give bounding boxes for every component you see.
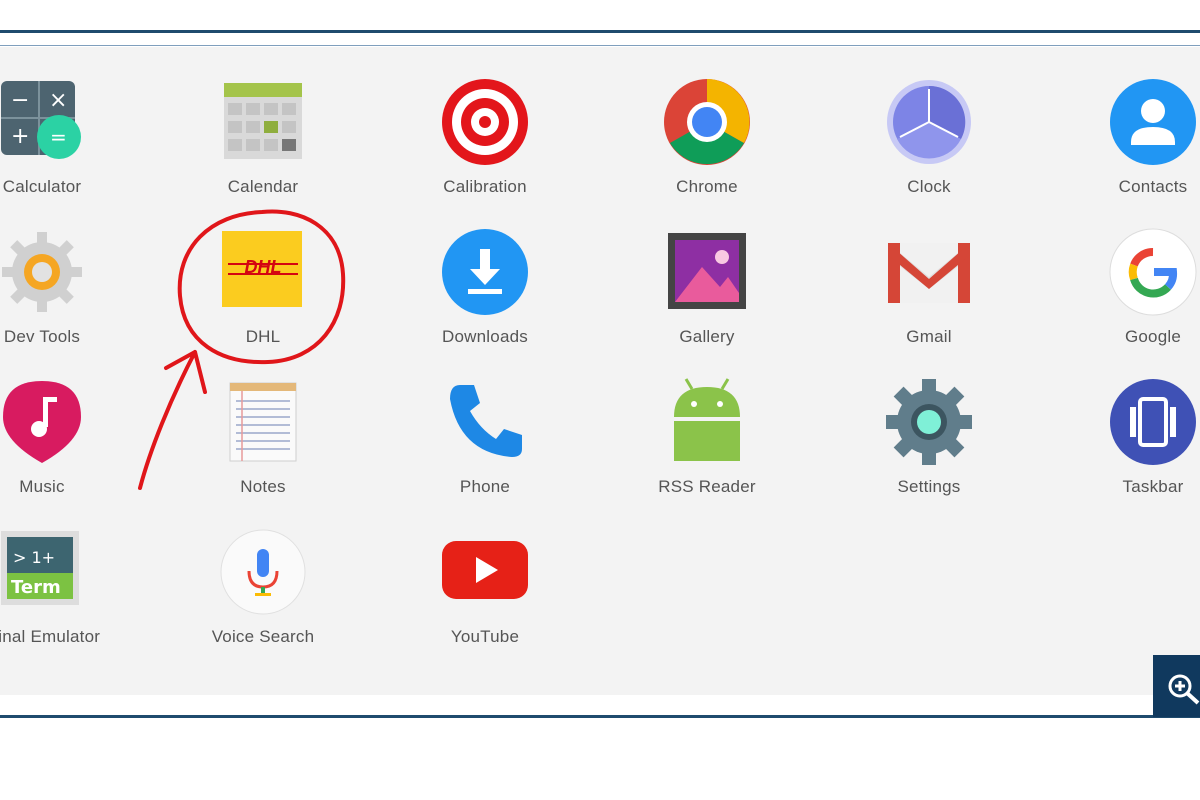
picture-icon [668, 233, 746, 309]
frame-top-line [0, 45, 1200, 46]
app-dev-tools[interactable]: Dev Tools [0, 197, 152, 346]
svg-text:Term: Term [11, 577, 61, 598]
app-gmail[interactable]: Gmail [819, 197, 1039, 346]
app-gallery[interactable]: Gallery [597, 197, 817, 346]
app-label: Calendar [227, 177, 299, 196]
music-note-icon [3, 381, 81, 463]
app-google[interactable]: Google [1043, 197, 1200, 346]
person-icon [1110, 79, 1196, 165]
app-label: Music [19, 477, 65, 496]
gear-icon [2, 232, 82, 312]
clock-icon [887, 80, 971, 164]
target-icon [442, 79, 528, 165]
app-terminal-emulator[interactable]: > 1+ Term minal Emulator [0, 497, 152, 646]
svg-text:−: − [11, 88, 29, 113]
app-label: Gallery [679, 327, 735, 346]
svg-text:> 1+: > 1+ [13, 548, 55, 567]
svg-text:×: × [49, 88, 67, 113]
app-label: Dev Tools [3, 327, 81, 346]
app-downloads[interactable]: Downloads [375, 197, 595, 346]
phone-icon [450, 385, 522, 457]
frame-top-border [0, 30, 1200, 33]
svg-text:DHL: DHL [245, 257, 282, 277]
app-label: Calibration [443, 177, 527, 196]
app-label: Contacts [1118, 177, 1188, 196]
app-label: Downloads [442, 327, 528, 346]
notepad-icon [229, 382, 297, 462]
app-chrome[interactable]: Chrome [597, 47, 817, 196]
calculator-icon: − × + = [1, 81, 81, 159]
app-label: Phone [459, 477, 511, 496]
play-icon [442, 541, 528, 599]
app-label: Taskbar [1122, 477, 1184, 496]
microphone-icon [220, 529, 306, 615]
svg-text:=: = [50, 125, 67, 149]
app-drawer: − × + = Calculator Calendar Calibration … [0, 47, 1200, 695]
app-contacts[interactable]: Contacts [1043, 47, 1200, 196]
app-clock[interactable]: Clock [819, 47, 1039, 196]
terminal-icon: > 1+ Term [1, 531, 79, 605]
app-youtube[interactable]: YouTube [375, 497, 595, 646]
app-label: YouTube [450, 627, 520, 646]
app-label: Voice Search [211, 627, 315, 646]
app-settings[interactable]: Settings [819, 347, 1039, 496]
calendar-icon [224, 83, 302, 159]
app-label: Calculator [2, 177, 82, 196]
app-taskbar[interactable]: Taskbar [1043, 347, 1200, 496]
zoom-in-icon [1168, 674, 1200, 705]
app-label: minal Emulator [0, 627, 101, 646]
app-phone[interactable]: Phone [375, 347, 595, 496]
google-g-icon [1109, 228, 1197, 316]
app-calculator[interactable]: − × + = Calculator [0, 47, 152, 196]
frame-bottom-border [0, 715, 1200, 718]
app-label: Google [1124, 327, 1182, 346]
settings-gear-icon [886, 379, 972, 465]
app-voice-search[interactable]: Voice Search [153, 497, 373, 646]
app-label: Gmail [906, 327, 952, 346]
chrome-icon [664, 79, 750, 165]
taskbar-icon [1110, 379, 1196, 465]
zoom-button[interactable] [1153, 655, 1200, 717]
app-label: DHL [245, 327, 281, 346]
app-rss-reader[interactable]: RSS Reader [597, 347, 817, 496]
app-calendar[interactable]: Calendar [153, 47, 373, 196]
app-calibration[interactable]: Calibration [375, 47, 595, 196]
app-dhl[interactable]: DHL DHL [153, 197, 373, 346]
app-music[interactable]: Music [0, 347, 152, 496]
app-notes[interactable]: Notes [153, 347, 373, 496]
download-icon [442, 229, 528, 315]
envelope-icon [888, 243, 970, 303]
android-icon [674, 378, 740, 461]
app-label: Notes [240, 477, 286, 496]
app-label: Settings [897, 477, 961, 496]
svg-text:+: + [11, 124, 29, 149]
app-label: Chrome [676, 177, 738, 196]
dhl-icon: DHL [222, 231, 302, 307]
app-label: Clock [907, 177, 951, 196]
app-label: RSS Reader [658, 477, 756, 496]
